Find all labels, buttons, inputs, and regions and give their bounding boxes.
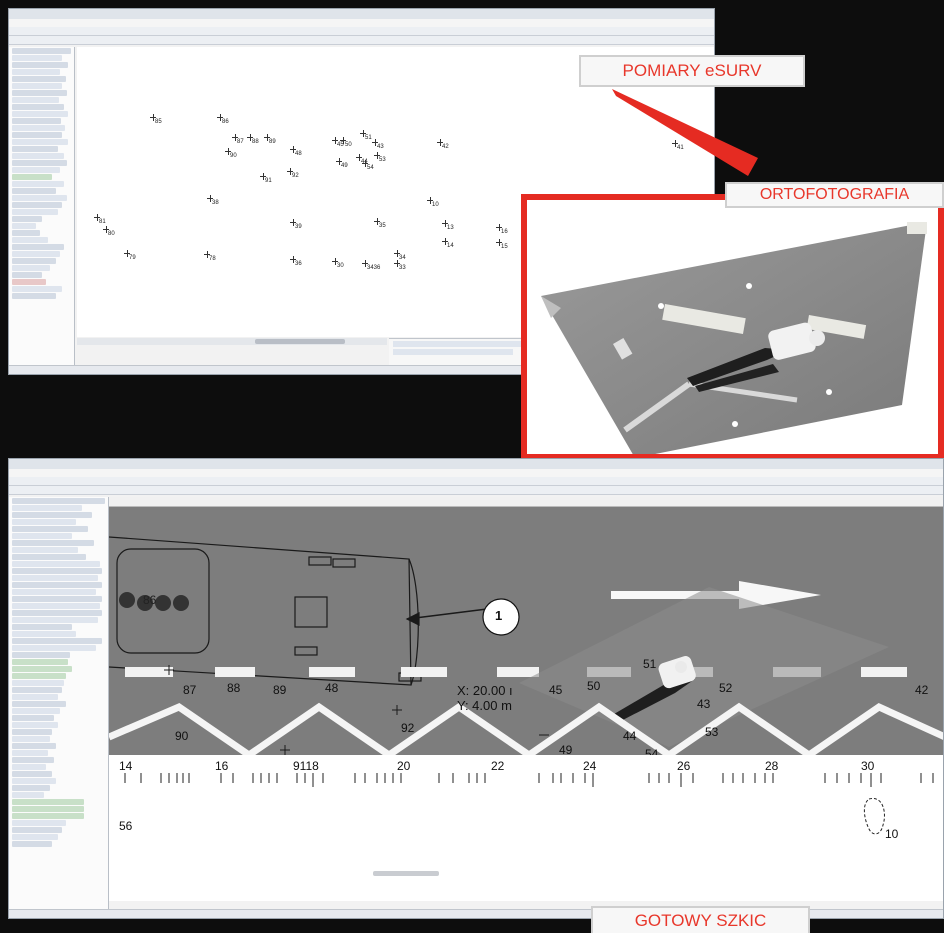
point-label: 90 xyxy=(225,148,237,159)
point-label: 81 xyxy=(94,214,106,225)
point-label: 16 xyxy=(496,224,508,235)
point-label: 15 xyxy=(496,239,508,250)
sketch-canvas[interactable]: 1 86 87 88 89 48 45 50 51 52 42 43 90 92… xyxy=(109,507,943,755)
scale-label: 16 xyxy=(215,759,229,773)
point-label: 89 xyxy=(264,134,276,145)
scale-label: 24 xyxy=(583,759,597,773)
scale-label: 28 xyxy=(765,759,779,773)
label-pomiary-esurv: POMIARY eSURV xyxy=(579,55,805,87)
point-label: 88 xyxy=(247,134,259,145)
bottom-horizontal-ruler xyxy=(109,497,943,507)
point-label: 48 xyxy=(290,146,302,157)
point-label: 14 xyxy=(442,238,454,249)
scale-label: 22 xyxy=(491,759,505,773)
scale-ticks xyxy=(124,773,934,787)
point-label: 38 xyxy=(207,195,219,206)
lane-number: 54 xyxy=(645,747,659,755)
lane-number: 89 xyxy=(273,683,287,697)
point-label: 86 xyxy=(217,114,229,125)
lane-number: 44 xyxy=(623,729,637,743)
lane-number: 51 xyxy=(643,657,657,671)
coordinate-x: X: 20.00 ı xyxy=(457,683,513,698)
wheel-icon xyxy=(173,595,189,611)
point-label: 3436 xyxy=(361,260,381,271)
point-label: 92 xyxy=(287,168,299,179)
point-label: 79 xyxy=(124,250,136,261)
scale-label: 26 xyxy=(677,759,691,773)
bottom-window-titlebar xyxy=(9,459,943,469)
point-56-label: 56 xyxy=(119,819,133,833)
bottom-window-toolbar-2 xyxy=(9,486,943,495)
bottom-app-window: 1 86 87 88 89 48 45 50 51 52 42 43 90 92… xyxy=(8,458,944,919)
bottom-window-menubar xyxy=(9,469,943,477)
point-10-label: 10 xyxy=(885,827,899,841)
lane-number: 52 xyxy=(719,681,733,695)
label-ortofotografia: ORTOFOTOGRAFIA xyxy=(725,182,944,208)
point-label: 50 xyxy=(340,137,352,148)
top-window-toolbar-2 xyxy=(9,36,714,45)
bottom-horizontal-scrollbar[interactable] xyxy=(373,871,439,876)
point-label: 53 xyxy=(374,152,386,163)
point-label: 33 xyxy=(394,260,406,271)
point-label: 36 xyxy=(290,256,302,267)
top-window-titlebar xyxy=(9,9,714,19)
lane-number: 48 xyxy=(325,681,339,695)
orthophoto-image xyxy=(541,222,927,454)
point-label: 34 xyxy=(394,250,406,261)
scale-label: 30 xyxy=(861,759,875,773)
point-label: 85 xyxy=(150,114,162,125)
point-label: 54 xyxy=(362,160,374,171)
point-label: 35 xyxy=(374,218,386,229)
point-label: 30 xyxy=(332,258,344,269)
lane-number: 42 xyxy=(915,683,929,697)
lane-number: 90 xyxy=(175,729,189,743)
zigzag-road-marking xyxy=(109,702,943,755)
point-label: 80 xyxy=(103,226,115,237)
point-label: 39 xyxy=(290,219,302,230)
scale-label: 9118 xyxy=(293,759,319,773)
point-label: 43 xyxy=(372,139,384,150)
sketch-lower-area[interactable]: 14 16 9118 20 22 24 26 28 30 56 10 xyxy=(109,755,943,901)
scale-label: 14 xyxy=(119,759,133,773)
coordinate-y: Y: 4.00 m xyxy=(457,698,512,713)
point-label: 42 xyxy=(437,139,449,150)
bottom-object-tree-panel[interactable] xyxy=(9,497,109,911)
lane-number: 92 xyxy=(401,721,415,735)
top-object-tree-panel[interactable] xyxy=(9,47,75,367)
lane-number: 49 xyxy=(559,743,573,755)
point-label: 91 xyxy=(260,173,272,184)
lane-number: 87 xyxy=(183,683,197,697)
point-label: 78 xyxy=(204,251,216,262)
point-label: 41 xyxy=(672,140,684,151)
point-label: 87 xyxy=(232,134,244,145)
label-gotowy-szkic: GOTOWY SZKIC xyxy=(591,906,810,933)
point-label: 13 xyxy=(442,220,454,231)
point-label: 10 xyxy=(427,197,439,208)
orthophoto-card xyxy=(521,194,944,460)
coordinate-readout: X: 20.00 ı Y: 4.00 m xyxy=(457,683,513,713)
lane-number: 45 xyxy=(549,683,563,697)
wheel-icon xyxy=(155,595,171,611)
point-label: 49 xyxy=(336,158,348,169)
vehicle-label: 86 xyxy=(143,593,157,607)
vehicle-outline xyxy=(109,536,488,686)
wheel-icon xyxy=(119,592,135,608)
marker-number: 1 xyxy=(495,608,503,623)
sketch-drawing xyxy=(109,536,943,755)
scale-label: 20 xyxy=(397,759,411,773)
lane-number: 43 xyxy=(697,697,711,711)
lane-number: 53 xyxy=(705,725,719,739)
lane-number: 88 xyxy=(227,681,241,695)
top-tabs-row xyxy=(77,338,387,347)
point-label: 51 xyxy=(360,130,372,141)
top-window-menubar xyxy=(9,19,714,27)
lane-number: 50 xyxy=(587,679,601,693)
bottom-window-toolbar-1 xyxy=(9,477,943,486)
top-window-toolbar-1 xyxy=(9,27,714,36)
